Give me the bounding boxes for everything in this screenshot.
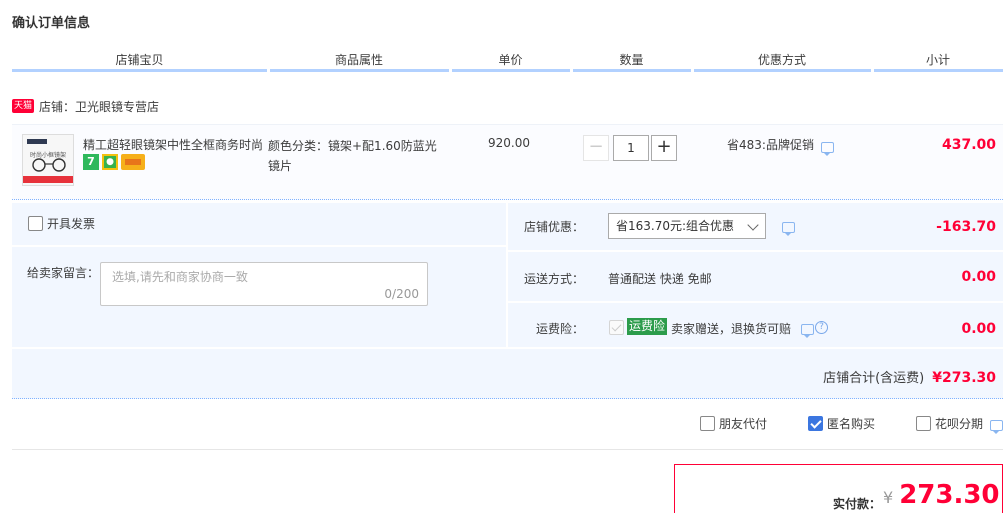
anonymous-option[interactable]: 匿名购买 bbox=[808, 415, 875, 432]
seven-day-return-icon[interactable]: 7 bbox=[83, 154, 99, 170]
chat-bubble-icon[interactable] bbox=[782, 222, 795, 236]
item-subtotal: 437.00 bbox=[941, 137, 996, 153]
column-header-attributes: 商品属性 bbox=[267, 50, 449, 72]
shipping-value: 0.00 bbox=[961, 269, 996, 285]
anonymous-checkbox[interactable] bbox=[808, 416, 823, 431]
column-header-quantity: 数量 bbox=[570, 50, 691, 72]
friend-pay-label: 朋友代付 bbox=[719, 417, 768, 431]
shop-discount-label: 店铺优惠： bbox=[523, 220, 584, 234]
chevron-down-icon bbox=[747, 219, 759, 231]
quantity-decrease-button[interactable]: − bbox=[583, 135, 609, 161]
product-attributes: 颜色分类：镜架+配1.60防蓝光镜片 bbox=[268, 139, 437, 173]
message-label: 给卖家留言： bbox=[27, 266, 100, 280]
insurance-value: 0.00 bbox=[961, 321, 996, 337]
insurance-badge: 运费险 bbox=[627, 318, 668, 335]
page-title: 确认订单信息 bbox=[12, 16, 91, 31]
message-char-count: 0/200 bbox=[384, 287, 419, 301]
shipping-label: 运送方式： bbox=[523, 272, 584, 286]
chat-bubble-icon[interactable] bbox=[801, 324, 814, 338]
product-thumbnail[interactable]: 时尚小框镜架 bbox=[22, 134, 74, 186]
divider bbox=[12, 347, 1003, 349]
column-header-unit-price: 单价 bbox=[449, 50, 570, 72]
shop-total-label: 店铺合计(含运费) bbox=[823, 371, 925, 386]
guarantee-icon[interactable]: ● bbox=[102, 154, 118, 170]
divider bbox=[12, 245, 506, 247]
insurance-checkbox bbox=[609, 320, 624, 335]
shop-name-link[interactable]: 店铺：卫光眼镜专营店 bbox=[39, 98, 159, 115]
unit-price: 920.00 bbox=[488, 136, 530, 150]
column-headers: 店铺宝贝 商品属性 单价 数量 优惠方式 小计 bbox=[12, 50, 1003, 72]
anonymous-label: 匿名购买 bbox=[827, 417, 876, 431]
item-row: 时尚小框镜架 精工超轻眼镜架中性全框商务时尚 7 ● 颜色分类：镜架+配1.60… bbox=[12, 124, 1003, 200]
quantity-input[interactable] bbox=[613, 135, 649, 161]
message-textarea[interactable]: 选填,请先和商家协商一致 0/200 bbox=[100, 262, 428, 306]
tmall-badge-icon: 天猫 bbox=[12, 99, 35, 113]
huabei-label: 花呗分期 bbox=[935, 417, 984, 431]
shop-discount-select[interactable]: 省163.70元:组合优惠 bbox=[608, 213, 766, 239]
chat-bubble-icon[interactable] bbox=[821, 142, 834, 156]
friend-pay-checkbox[interactable] bbox=[700, 416, 715, 431]
insurance-text: 卖家赠送，退换货可赔 bbox=[671, 322, 792, 336]
divider bbox=[12, 449, 1003, 450]
huabei-checkbox[interactable] bbox=[916, 416, 931, 431]
currency-symbol: ¥ bbox=[883, 488, 894, 507]
huabei-option[interactable]: 花呗分期 bbox=[916, 415, 983, 432]
service-icons: 7 ● bbox=[83, 154, 145, 170]
payment-amount-value: 273.30 bbox=[899, 480, 1000, 510]
invoice-label: 开具发票 bbox=[47, 217, 96, 231]
column-header-shop-item: 店铺宝贝 bbox=[12, 50, 267, 72]
product-title-link[interactable]: 精工超轻眼镜架中性全框商务时尚 bbox=[83, 136, 265, 153]
insurance-label: 运费险： bbox=[535, 322, 584, 336]
glasses-icon bbox=[32, 158, 66, 172]
payment-label: 实付款： bbox=[833, 497, 882, 511]
shop-row: 天猫 店铺：卫光眼镜专营店 bbox=[12, 97, 159, 115]
divider bbox=[508, 250, 1003, 252]
friend-pay-option[interactable]: 朋友代付 bbox=[700, 415, 767, 432]
column-header-discount: 优惠方式 bbox=[691, 50, 871, 72]
invoice-option[interactable]: 开具发票 bbox=[28, 215, 95, 232]
column-header-subtotal: 小计 bbox=[871, 50, 1003, 72]
shop-total: 店铺合计(含运费) ¥273.30 bbox=[823, 367, 996, 386]
message-placeholder: 选填,请先和商家协商一致 bbox=[112, 270, 248, 284]
shipping-method: 普通配送 快递 免邮 bbox=[608, 272, 712, 286]
help-icon[interactable]: ? bbox=[815, 321, 828, 334]
thumbnail-logo bbox=[27, 139, 47, 144]
credit-card-icon[interactable] bbox=[121, 154, 145, 170]
thumbnail-banner bbox=[23, 176, 73, 183]
divider bbox=[508, 301, 1003, 303]
quantity-increase-button[interactable]: + bbox=[651, 135, 677, 161]
invoice-checkbox[interactable] bbox=[28, 216, 43, 231]
chat-bubble-icon[interactable] bbox=[990, 420, 1003, 434]
promotion-text: 省483:品牌促销 bbox=[727, 138, 814, 152]
shop-discount-selected: 省163.70元:组合优惠 bbox=[616, 219, 735, 233]
shop-total-value: ¥273.30 bbox=[932, 370, 996, 386]
shop-discount-value: -163.70 bbox=[936, 219, 996, 235]
payment-amount: ¥273.30 bbox=[883, 480, 1000, 510]
order-extras-panel: 开具发票 给卖家留言： 选填,请先和商家协商一致 0/200 店铺优惠： 省16… bbox=[12, 203, 1003, 399]
